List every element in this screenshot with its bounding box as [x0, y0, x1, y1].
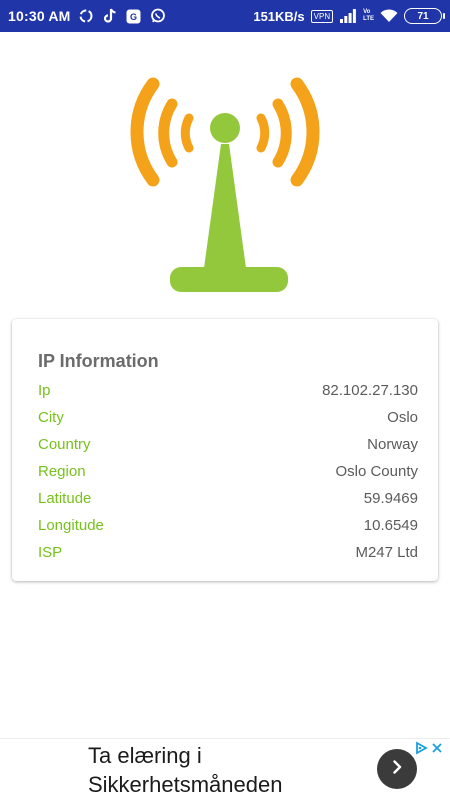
- info-row-ip: Ip 82.102.27.130: [38, 377, 418, 404]
- city-label: City: [38, 409, 64, 426]
- signal-icon: [339, 7, 357, 25]
- status-bar: 10:30 AM G 151KB/s VPN Vo LTE 71: [0, 0, 450, 32]
- longitude-label: Longitude: [38, 517, 104, 534]
- ip-info-card: IP Information Ip 82.102.27.130 City Osl…: [12, 319, 438, 581]
- vpn-icon: VPN: [310, 9, 334, 23]
- whatsapp-icon: [149, 7, 167, 25]
- status-time: 10:30 AM: [8, 8, 71, 24]
- region-label: Region: [38, 463, 86, 480]
- volte-icon: Vo LTE: [363, 9, 374, 23]
- ad-text[interactable]: Ta elæring i Sikkerhetsmåneden: [88, 741, 282, 799]
- isp-value: M247 Ltd: [355, 544, 418, 561]
- region-value: Oslo County: [335, 463, 418, 480]
- antenna-tower-icon: [120, 62, 330, 302]
- ad-choices[interactable]: [414, 741, 444, 760]
- latitude-label: Latitude: [38, 490, 92, 507]
- ad-open-button[interactable]: [377, 749, 417, 789]
- info-row-country: Country Norway: [38, 431, 418, 458]
- volte-bottom: LTE: [363, 16, 374, 22]
- g-app-icon: G: [125, 7, 143, 25]
- info-row-longitude: Longitude 10.6549: [38, 512, 418, 539]
- volte-top: Vo: [363, 9, 371, 15]
- city-value: Oslo: [387, 409, 418, 426]
- chevron-right-icon: [389, 759, 405, 780]
- country-label: Country: [38, 436, 91, 453]
- close-ad-icon[interactable]: [430, 741, 444, 760]
- ad-line-2[interactable]: Sikkerhetsmåneden: [88, 770, 282, 799]
- longitude-value: 10.6549: [363, 517, 418, 534]
- ad-line-1[interactable]: Ta elæring i: [88, 741, 282, 770]
- adchoices-icon[interactable]: [414, 741, 428, 760]
- battery-icon: 71: [404, 8, 445, 24]
- wifi-icon: [380, 7, 398, 25]
- country-value: Norway: [367, 436, 418, 453]
- sync-icon: [77, 7, 95, 25]
- info-row-isp: ISP M247 Ltd: [38, 539, 418, 566]
- card-title: IP Information: [38, 351, 159, 371]
- svg-text:G: G: [130, 12, 137, 22]
- latitude-value: 59.9469: [363, 490, 418, 507]
- info-row-region: Region Oslo County: [38, 458, 418, 485]
- tiktok-icon: [101, 7, 119, 25]
- ip-label: Ip: [38, 382, 51, 399]
- ip-value: 82.102.27.130: [322, 382, 418, 399]
- info-row-city: City Oslo: [38, 404, 418, 431]
- net-speed: 151KB/s: [253, 8, 305, 24]
- info-row-latitude: Latitude 59.9469: [38, 485, 418, 512]
- isp-label: ISP: [38, 544, 63, 561]
